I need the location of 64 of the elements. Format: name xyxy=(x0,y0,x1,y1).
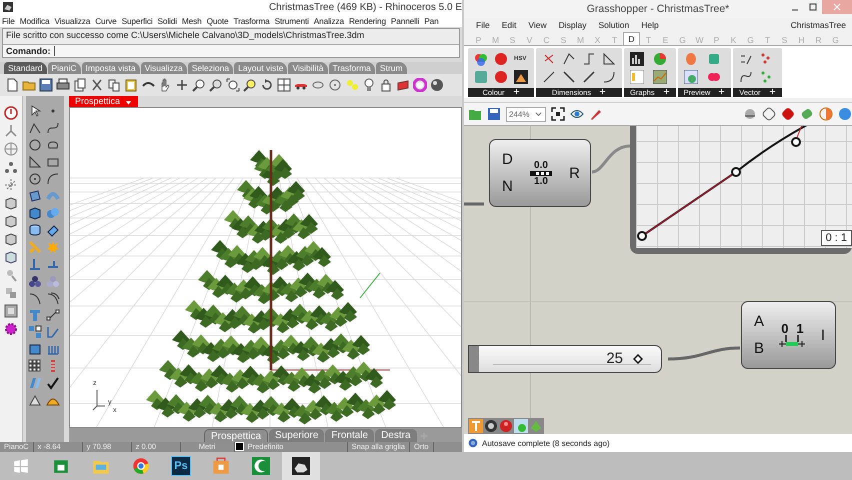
range-label: 0 xyxy=(781,322,788,334)
range-label: 1 xyxy=(796,322,804,334)
menu-item[interactable]: Curve xyxy=(95,16,117,26)
slider-value: 25 xyxy=(606,350,623,367)
menu-item[interactable]: Superfici xyxy=(122,16,153,26)
window-title: Grasshopper - ChristmasTree* xyxy=(586,3,730,15)
taskbar-app[interactable]: Ps xyxy=(162,452,200,480)
graph-mapper-node[interactable]: D N 0.0 1.0 R xyxy=(489,139,591,207)
menu-item[interactable]: Rendering xyxy=(348,16,386,26)
viewport-tab[interactable]: Prospettica xyxy=(204,429,268,442)
number-slider[interactable]: 25 xyxy=(468,345,662,373)
ratio-label: 0 : 1 xyxy=(820,230,852,246)
document-name[interactable]: ChristmasTree xyxy=(790,20,852,30)
menu-item[interactable]: Quote xyxy=(206,16,228,26)
menu-item[interactable]: Edit xyxy=(502,20,516,30)
viewport-title[interactable]: Prospettica xyxy=(69,96,138,107)
menu-item[interactable]: Strumenti xyxy=(274,16,309,26)
toolbar-tab[interactable]: Layout viste xyxy=(234,62,288,74)
menu-item[interactable]: Display xyxy=(558,20,587,30)
input-label: N xyxy=(502,178,513,195)
output-label: I xyxy=(820,326,826,344)
menu-item[interactable]: Visualizza xyxy=(54,16,90,26)
command-history: File scritto con successo come C:\Users\Michele Calvano\3D_models\ChristmasTree.3dm xyxy=(5,29,366,42)
window-title: ChristmasTree (469 KB) - Rhinoceros 5.0 E xyxy=(268,2,462,12)
graph-panel[interactable]: 0 : 1 xyxy=(630,126,852,254)
output-label: R xyxy=(569,164,581,182)
menu-item[interactable]: Solidi xyxy=(158,16,177,26)
ribbon-tab[interactable]: D xyxy=(623,32,640,45)
menu-item[interactable]: Modifica xyxy=(20,16,50,26)
viewport-tab[interactable]: Frontale xyxy=(325,429,374,442)
status-message: Autosave complete (8 seconds ago) xyxy=(482,438,610,448)
menu-item[interactable]: File xyxy=(2,16,15,26)
viewport-name: Prospettica xyxy=(75,96,120,107)
viewport-tab[interactable]: Superiore xyxy=(269,429,324,442)
toolbar-tab[interactable]: Imposta vista xyxy=(82,62,140,74)
menu-item[interactable]: Trasforma xyxy=(233,16,270,26)
command-field[interactable]: Comando: xyxy=(3,44,459,57)
range-node[interactable]: A B 0 1 I xyxy=(741,301,836,369)
toolbar-tab[interactable]: Standard xyxy=(4,62,46,74)
menu-item[interactable]: Mesh xyxy=(182,16,202,26)
toolbar-tab[interactable]: Trasforma xyxy=(328,62,375,74)
menu-item[interactable]: File xyxy=(476,20,490,30)
input-label: A xyxy=(754,313,764,330)
menu-item[interactable]: Solution xyxy=(598,20,630,30)
toolbar-tab[interactable]: Seleziona xyxy=(188,62,234,74)
zoom-dropdown[interactable]: 244% xyxy=(506,106,546,122)
menu-item[interactable]: Analizza xyxy=(314,16,344,26)
toolbar-tab[interactable]: Strum xyxy=(376,62,407,74)
range-label: 1.0 xyxy=(534,176,548,186)
input-label: B xyxy=(754,340,764,357)
command-label: Comando: xyxy=(6,46,50,56)
range-label: 0.0 xyxy=(534,160,548,170)
toolbar-tab[interactable]: Visibilità xyxy=(288,62,328,74)
viewport-tab[interactable]: Destra xyxy=(375,429,417,442)
input-label: D xyxy=(502,151,513,168)
menu-item[interactable]: Pannelli xyxy=(390,16,420,26)
toolbar-tab[interactable]: PianiC xyxy=(48,62,81,74)
menu-item[interactable]: Pan xyxy=(424,16,439,26)
app-logo[interactable]: Ps xyxy=(171,456,191,476)
zoom-value: 244% xyxy=(509,110,530,118)
toolbar-tab[interactable]: Visualizza xyxy=(140,62,187,74)
menu-item[interactable]: View xyxy=(528,20,547,30)
node-canvas[interactable]: D N 0.0 1.0 R 0 : 1 25 A B 0 1 I xyxy=(464,126,852,434)
menu-item[interactable]: Help xyxy=(641,20,659,30)
